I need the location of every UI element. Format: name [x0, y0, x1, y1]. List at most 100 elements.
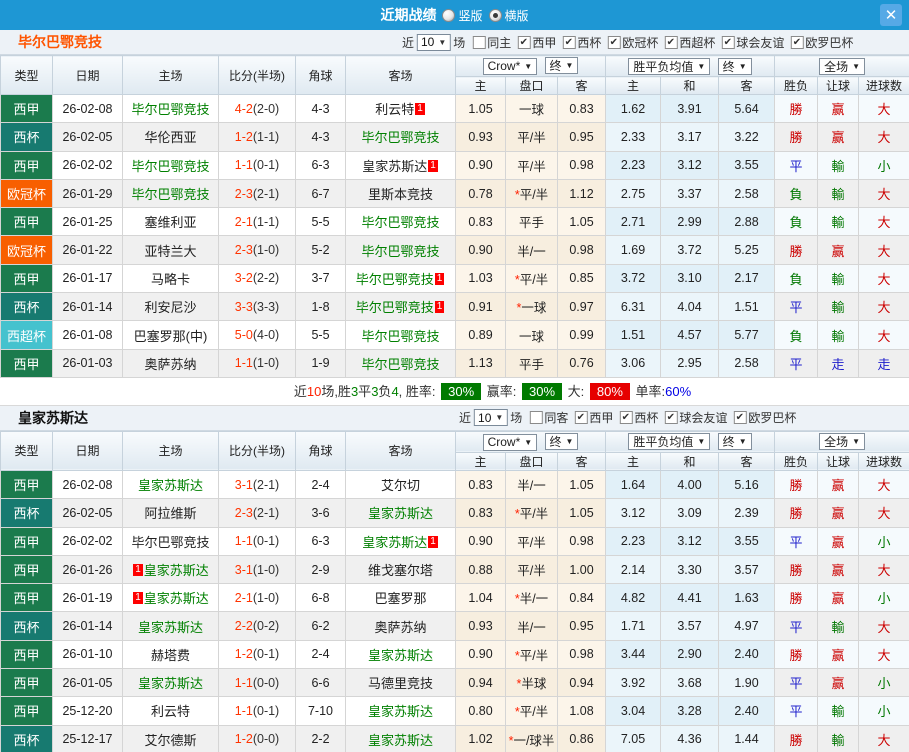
- same-venue-checkbox[interactable]: 同客: [525, 409, 568, 426]
- avg-select[interactable]: 胜平负均值 ▼: [628, 433, 711, 451]
- live-star-mark: *: [514, 592, 520, 607]
- layout-radio-vertical[interactable]: 竖版: [442, 7, 483, 24]
- close-button[interactable]: ✕: [880, 4, 902, 26]
- subcol-away-odds: 客: [557, 76, 606, 95]
- away-team: 毕尔巴鄂竞技: [345, 320, 456, 350]
- col-away: 客场: [345, 55, 456, 95]
- odds-final-select[interactable]: 终 ▼: [544, 57, 579, 75]
- avg-away-odds: 3.55: [717, 150, 776, 180]
- radio-checked-icon[interactable]: [488, 8, 502, 22]
- corner-score: 7-10: [295, 696, 346, 726]
- handicap-line: 半/一: [505, 469, 558, 500]
- away-team: 里斯本竞技: [345, 178, 456, 209]
- avg-home-odds: 2.23: [605, 526, 661, 556]
- score: 1-1(0-0): [218, 668, 296, 698]
- corner-score: 3-7: [295, 263, 346, 294]
- league-filter-checkbox[interactable]: ✔ 西甲: [513, 34, 556, 51]
- recent-count-value: 10: [478, 410, 492, 425]
- avg-draw-odds: 3.12: [660, 150, 719, 180]
- checkbox-icon[interactable]: ✔: [664, 35, 678, 49]
- handicap-line: 平/半: [505, 150, 558, 180]
- league-badge: 欧冠杯: [0, 178, 53, 209]
- league-filter-checkbox[interactable]: ✔ 欧罗巴杯: [786, 34, 853, 51]
- checkbox-icon[interactable]: ✔: [562, 35, 576, 49]
- team-label: 皇家苏斯达: [362, 158, 428, 174]
- card-badge: 1: [133, 592, 143, 605]
- radio-vertical-label: 竖版: [458, 8, 483, 23]
- odds-final-select[interactable]: 终 ▼: [544, 433, 579, 451]
- radio-icon[interactable]: [442, 8, 456, 22]
- odds-provider-select[interactable]: Crow* ▼: [482, 57, 538, 75]
- score: 1-2(0-1): [218, 639, 296, 670]
- checkbox-icon[interactable]: ✔: [619, 411, 633, 425]
- same-venue-checkbox[interactable]: 同主: [468, 34, 511, 51]
- halftime-score: (0-1): [252, 534, 280, 549]
- league-filter-checkbox[interactable]: ✔ 西甲: [570, 409, 613, 426]
- league-filter-checkbox[interactable]: ✔ 西杯: [615, 409, 658, 426]
- avg-home-odds: 3.44: [605, 639, 661, 670]
- league-filter-checkbox[interactable]: ✔ 球会友谊: [717, 34, 784, 51]
- team-label: 利云特: [150, 704, 190, 720]
- handicap-line: 一球: [505, 320, 558, 350]
- league-filter-checkbox[interactable]: ✔ 欧冠杯: [603, 34, 658, 51]
- checkbox-icon[interactable]: ✔: [733, 411, 747, 425]
- match-date: 26-01-03: [52, 348, 123, 378]
- result-handicap: 輸: [817, 292, 860, 322]
- team-label: 毕尔巴鄂竞技: [361, 356, 440, 372]
- fullmatch-select[interactable]: 全场 ▼: [819, 433, 865, 451]
- league-badge: 西甲: [0, 696, 53, 726]
- result-outcome: 勝: [774, 469, 819, 500]
- home-team: 艾尔德斯: [122, 724, 219, 752]
- result-outcome: 勝: [774, 93, 819, 124]
- checkbox-icon[interactable]: ✔: [664, 411, 678, 425]
- recent-count-select[interactable]: 10 ▼: [417, 33, 451, 51]
- away-odds: 0.86: [557, 724, 606, 752]
- checkbox-icon[interactable]: [529, 411, 543, 425]
- recent-count-select[interactable]: 10 ▼: [474, 409, 508, 427]
- fullmatch-select[interactable]: 全场 ▼: [819, 57, 865, 75]
- avg-away-odds: 1.63: [717, 583, 776, 613]
- halftime-score: (1-0): [252, 590, 280, 605]
- avg-final-select[interactable]: 终 ▼: [717, 433, 752, 451]
- odds-provider-select[interactable]: Crow* ▼: [482, 433, 538, 451]
- team2-matches-table: 类型 日期 主场 比分(半场) 角球 客场 Crow* ▼ 终 ▼ 胜平负均值 ▼ 终…: [0, 430, 909, 752]
- avg-select[interactable]: 胜平负均值 ▼: [628, 57, 711, 75]
- checkbox-icon[interactable]: ✔: [790, 35, 804, 49]
- checkbox-icon[interactable]: [472, 35, 486, 49]
- checkbox-icon[interactable]: ✔: [517, 35, 531, 49]
- league-badge: 西甲: [0, 469, 53, 500]
- avg-draw-odds: 3.09: [660, 498, 719, 528]
- dropdown-arrow-icon: ▼: [852, 61, 860, 71]
- team1-filter-controls: 近 10 ▼ 场 同主 ✔ 西甲 ✔ 西杯 ✔ 欧冠杯 ✔ 西超杯 ✔ 球会友谊 ✔ 欧罗巴杯: [399, 33, 855, 51]
- away-odds: 0.95: [557, 122, 606, 152]
- league-filter-checkbox[interactable]: ✔ 西超杯: [660, 34, 715, 51]
- league-filter-checkbox[interactable]: ✔ 欧罗巴杯: [729, 409, 796, 426]
- home-team: 华伦西亚: [122, 122, 219, 152]
- avg-draw-odds: 4.04: [660, 292, 719, 322]
- result-outcome: 負: [774, 178, 819, 209]
- team-label: 毕尔巴鄂竞技: [131, 158, 210, 174]
- corner-score: 6-8: [295, 583, 346, 613]
- halftime-score: (2-0): [252, 101, 280, 116]
- avg-draw-odds: 2.90: [660, 639, 719, 670]
- match-date: 25-12-17: [52, 724, 123, 752]
- live-star-mark: *: [514, 648, 520, 663]
- checkbox-icon[interactable]: ✔: [721, 35, 735, 49]
- subcol-avg-draw: 和: [660, 451, 719, 471]
- avg-draw-odds: 3.68: [660, 668, 719, 698]
- checkbox-icon[interactable]: ✔: [607, 35, 621, 49]
- avg-final-select[interactable]: 终 ▼: [717, 57, 752, 75]
- league-filter-checkbox[interactable]: ✔ 西杯: [558, 34, 601, 51]
- layout-radio-horizontal[interactable]: 横版: [488, 7, 529, 24]
- league-filter-checkbox[interactable]: ✔ 球会友谊: [660, 409, 727, 426]
- checkbox-icon[interactable]: ✔: [574, 411, 588, 425]
- avg-away-odds: 2.58: [717, 178, 776, 209]
- avg-away-odds: 5.64: [717, 93, 776, 124]
- avg-away-odds: 2.88: [717, 207, 776, 237]
- result-goals: 小: [858, 150, 909, 180]
- result-handicap: 赢: [817, 554, 860, 585]
- team-label: 利云特: [375, 102, 415, 118]
- league-badge: 西甲: [0, 526, 53, 556]
- odds-group-header: Crow* ▼ 终 ▼: [455, 55, 606, 77]
- fulltime-score: 2-1: [234, 214, 253, 229]
